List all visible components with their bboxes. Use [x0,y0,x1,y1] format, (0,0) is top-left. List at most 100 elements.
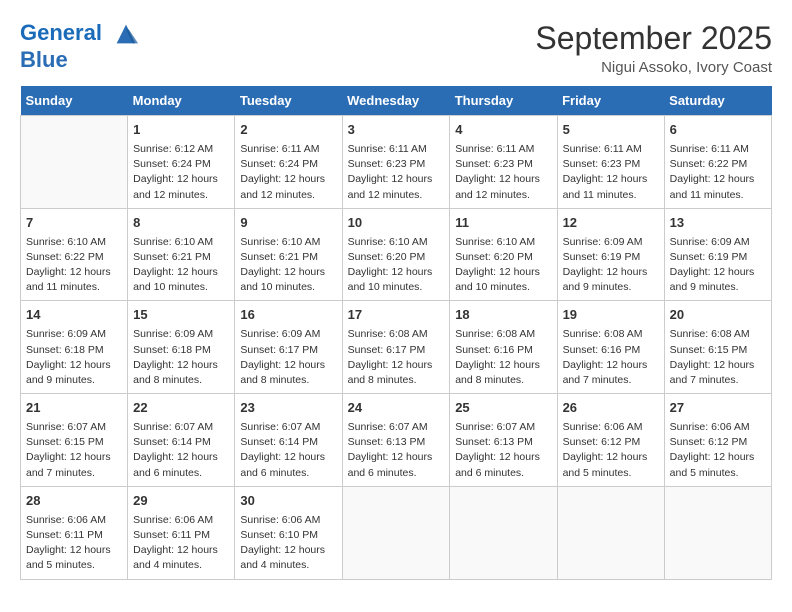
day-info-line: Sunset: 6:19 PM [563,250,659,265]
location: Nigui Assoko, Ivory Coast [535,59,772,76]
day-info-line: Daylight: 12 hours [240,358,336,373]
day-info-line: Sunset: 6:17 PM [348,343,445,358]
day-info-line: Sunrise: 6:10 AM [240,235,336,250]
calendar-cell: 10Sunrise: 6:10 AMSunset: 6:20 PMDayligh… [342,208,450,301]
calendar-cell [557,486,664,579]
day-info-line: Sunset: 6:22 PM [670,157,766,172]
day-info-line: and 4 minutes. [133,558,229,573]
day-info-line: Sunset: 6:13 PM [455,435,551,450]
day-info-line: Daylight: 12 hours [240,543,336,558]
day-info-line: Sunrise: 6:06 AM [670,420,766,435]
calendar-cell: 26Sunrise: 6:06 AMSunset: 6:12 PMDayligh… [557,394,664,487]
calendar-cell: 18Sunrise: 6:08 AMSunset: 6:16 PMDayligh… [450,301,557,394]
day-info-line: Sunset: 6:13 PM [348,435,445,450]
day-number: 5 [563,121,659,140]
calendar-cell: 16 Sunrise: 6:09 AMSunset: 6:17 PMDayligh… [235,301,342,394]
day-info-line: Sunrise: 6:10 AM [133,235,229,250]
weekday-header-wednesday: Wednesday [342,86,450,116]
day-info-line: and 8 minutes. [348,373,445,388]
day-info-line: Daylight: 12 hours [670,450,766,465]
day-info-line: and 12 minutes. [133,188,229,203]
day-info-line: and 6 minutes. [455,466,551,481]
day-info-line: Sunrise: 6:09 AM [240,327,336,342]
day-info-line: and 5 minutes. [26,558,122,573]
day-number: 3 [348,121,445,140]
day-info-line: and 12 minutes. [240,188,336,203]
day-info-line: Sunset: 6:19 PM [670,250,766,265]
calendar-cell [664,486,771,579]
day-info-line: Sunrise: 6:06 AM [240,513,336,528]
day-info-line: Daylight: 12 hours [26,358,122,373]
day-info-line: Sunrise: 6:11 AM [455,142,551,157]
day-number: 9 [240,214,336,233]
day-info-line: Sunset: 6:17 PM [240,343,336,358]
day-number: 8 [133,214,229,233]
day-info-line: and 7 minutes. [670,373,766,388]
day-number: 23 [240,399,336,418]
day-info-line: Sunset: 6:23 PM [455,157,551,172]
day-info-line: Sunrise: 6:10 AM [455,235,551,250]
weekday-header-monday: Monday [128,86,235,116]
calendar-cell: 6Sunrise: 6:11 AMSunset: 6:22 PMDaylight… [664,116,771,209]
calendar-cell [450,486,557,579]
day-info-line: Daylight: 12 hours [670,172,766,187]
title-block: September 2025 Nigui Assoko, Ivory Coast [535,20,772,76]
day-number: 15 [133,306,229,325]
calendar-week-3: 14Sunrise: 6:09 AMSunset: 6:18 PMDayligh… [21,301,772,394]
day-number: 28 [26,492,122,511]
day-number: 2 [240,121,336,140]
day-number: 13 [670,214,766,233]
day-info-line: Sunset: 6:24 PM [133,157,229,172]
day-info-line: and 4 minutes. [240,558,336,573]
day-info-line: Sunrise: 6:11 AM [563,142,659,157]
calendar-table: SundayMondayTuesdayWednesdayThursdayFrid… [20,86,772,580]
day-info-line: Daylight: 12 hours [455,172,551,187]
day-info-line: Sunset: 6:21 PM [133,250,229,265]
day-info-line: Daylight: 12 hours [563,172,659,187]
day-info-line: and 9 minutes. [670,280,766,295]
day-info-line: and 8 minutes. [133,373,229,388]
day-info-line: Sunset: 6:11 PM [133,528,229,543]
day-number: 24 [348,399,445,418]
day-info-line: Sunset: 6:14 PM [240,435,336,450]
logo-blue: Blue [20,47,68,72]
day-info-line: Daylight: 12 hours [455,265,551,280]
day-info-line: Sunrise: 6:09 AM [670,235,766,250]
day-info-line: Sunset: 6:20 PM [348,250,445,265]
day-info-line: Sunrise: 6:07 AM [240,420,336,435]
day-info-line: Sunrise: 6:09 AM [563,235,659,250]
calendar-header-row: SundayMondayTuesdayWednesdayThursdayFrid… [21,86,772,116]
day-info-line: and 5 minutes. [670,466,766,481]
day-info-line: Sunset: 6:22 PM [26,250,122,265]
day-info-line: Daylight: 12 hours [348,358,445,373]
day-info-line: Daylight: 12 hours [240,172,336,187]
day-number: 14 [26,306,122,325]
calendar-cell: 12Sunrise: 6:09 AMSunset: 6:19 PMDayligh… [557,208,664,301]
day-info-line: Daylight: 12 hours [26,450,122,465]
day-info-line: Sunrise: 6:06 AM [26,513,122,528]
day-number: 20 [670,306,766,325]
calendar-cell: 7Sunrise: 6:10 AMSunset: 6:22 PMDaylight… [21,208,128,301]
day-info-line: Sunset: 6:24 PM [240,157,336,172]
day-info-line: and 8 minutes. [240,373,336,388]
day-info-line: Sunset: 6:23 PM [348,157,445,172]
day-info-line: and 8 minutes. [455,373,551,388]
day-number: 16 [240,306,336,325]
calendar-body: 1Sunrise: 6:12 AMSunset: 6:24 PMDaylight… [21,116,772,580]
day-info-line: Sunrise: 6:07 AM [133,420,229,435]
day-info-line: and 11 minutes. [670,188,766,203]
day-info-line: Daylight: 12 hours [348,265,445,280]
day-info-line: Daylight: 12 hours [133,543,229,558]
calendar-cell: 29Sunrise: 6:06 AMSunset: 6:11 PMDayligh… [128,486,235,579]
weekday-header-thursday: Thursday [450,86,557,116]
day-number: 17 [348,306,445,325]
day-info-line: Sunrise: 6:06 AM [133,513,229,528]
day-info-line: Daylight: 12 hours [563,358,659,373]
day-info-line: and 6 minutes. [348,466,445,481]
day-info-line: Sunset: 6:16 PM [455,343,551,358]
calendar-week-2: 7Sunrise: 6:10 AMSunset: 6:22 PMDaylight… [21,208,772,301]
calendar-cell: 2Sunrise: 6:11 AMSunset: 6:24 PMDaylight… [235,116,342,209]
day-info-line: and 11 minutes. [26,280,122,295]
day-number: 4 [455,121,551,140]
day-info-line: Daylight: 12 hours [455,358,551,373]
